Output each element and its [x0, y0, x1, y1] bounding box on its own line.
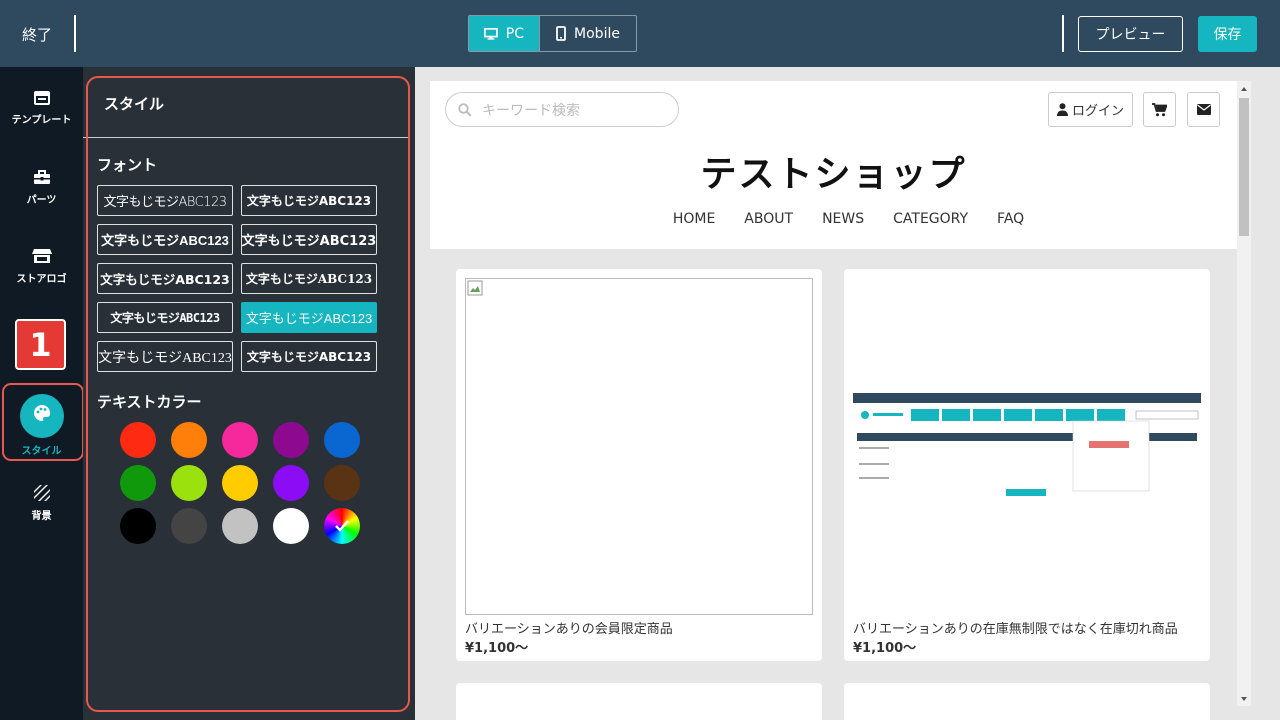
product-name[interactable]: バリエーションありの在庫無制限ではなく在庫切れ商品 [853, 618, 1178, 637]
product-price: ¥1,100〜 [853, 641, 917, 656]
product-thumbnail [853, 393, 1201, 496]
cart-button[interactable] [1143, 92, 1176, 127]
device-pc-label: PC [505, 25, 524, 42]
toolbar-divider [1062, 15, 1064, 52]
shop-title: テストショップ [700, 154, 967, 195]
scrollbar-thumb[interactable] [1239, 98, 1249, 236]
monitor-icon [484, 27, 498, 40]
shop-nav-about[interactable]: ABOUT [744, 211, 793, 227]
device-mobile-label: Mobile [574, 25, 620, 42]
sidebar-item-label: 背景 [31, 511, 52, 522]
user-icon [1056, 103, 1068, 116]
top-toolbar: 終了 PC Mobile プレビュー 保存 [0, 0, 1280, 67]
sidebar-item-label: パーツ [26, 195, 57, 206]
sidebar-item-background[interactable]: 背景 [0, 485, 83, 522]
product-price: ¥1,100〜 [465, 641, 529, 656]
product-card[interactable] [844, 683, 1210, 720]
shop-nav: HOME ABOUT NEWS CATEGORY FAQ [430, 211, 1237, 227]
stripes-icon [33, 485, 50, 501]
device-mobile-button[interactable]: Mobile [539, 16, 636, 51]
sidebar-item-parts[interactable]: パーツ [0, 170, 83, 206]
toolbox-icon [33, 170, 50, 184]
product-name[interactable]: バリエーションありの会員限定商品 [465, 618, 673, 637]
step-marker-1: 1 [15, 319, 66, 370]
template-icon [33, 91, 50, 105]
device-pc-button[interactable]: PC [469, 16, 539, 51]
store-icon [31, 249, 52, 263]
product-card[interactable]: バリエーションありの会員限定商品 ¥1,100〜 [456, 269, 822, 661]
cart-icon [1152, 102, 1167, 116]
shop-nav-faq[interactable]: FAQ [997, 211, 1024, 227]
shop-nav-category[interactable]: CATEGORY [893, 211, 968, 227]
login-label: ログイン [1071, 104, 1124, 119]
sidebar-item-label: テンプレート [11, 115, 72, 126]
product-image-broken[interactable] [465, 278, 813, 615]
broken-image-icon [467, 280, 483, 296]
search-input[interactable]: キーワード検索 [445, 92, 679, 127]
shop-nav-news[interactable]: NEWS [822, 211, 864, 227]
device-toggle: PC Mobile [468, 15, 637, 52]
preview-scrollbar[interactable] [1237, 81, 1251, 706]
scroll-down-arrow-icon [1241, 697, 1247, 701]
product-card[interactable] [456, 683, 822, 720]
shop-header: キーワード検索 ログイン テストショップ HOME ABOUT NEWS CAT… [430, 81, 1237, 249]
scroll-up-arrow-icon [1241, 87, 1247, 91]
shop-nav-home[interactable]: HOME [673, 211, 715, 227]
search-icon [458, 102, 472, 117]
shop-preview: キーワード検索 ログイン テストショップ HOME ABOUT NEWS CAT… [415, 67, 1280, 720]
mail-button[interactable] [1187, 92, 1220, 127]
sidebar-item-store-logo[interactable]: ストアロゴ [0, 248, 83, 285]
product-card[interactable]: バリエーションありの在庫無制限ではなく在庫切れ商品 ¥1,100〜 [844, 269, 1210, 661]
highlight-style-panel [86, 76, 410, 712]
login-button[interactable]: ログイン [1048, 92, 1133, 127]
highlight-style-nav [2, 383, 84, 461]
envelope-icon [1196, 104, 1211, 115]
preview-button[interactable]: プレビュー [1078, 16, 1183, 52]
save-button[interactable]: 保存 [1198, 16, 1257, 52]
product-image-screenshot[interactable] [853, 393, 1201, 501]
sidebar-item-template[interactable]: テンプレート [0, 91, 83, 126]
sidebar-item-label: ストアロゴ [16, 274, 67, 285]
exit-button[interactable]: 終了 [22, 24, 52, 45]
toolbar-divider [74, 15, 76, 52]
smartphone-icon [556, 26, 566, 41]
search-placeholder: キーワード検索 [482, 102, 580, 119]
